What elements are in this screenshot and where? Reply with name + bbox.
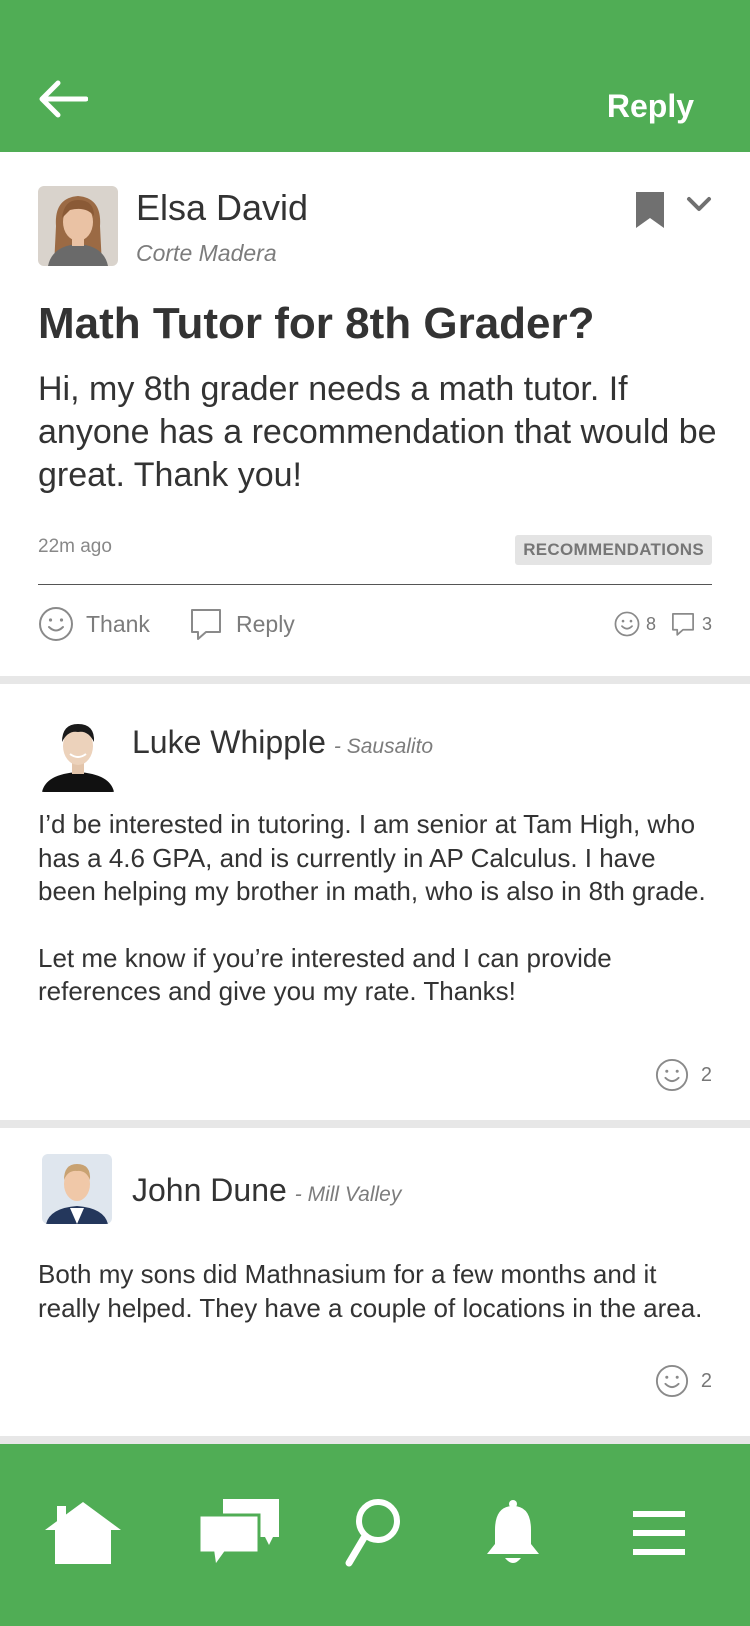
post-body: Hi, my 8th grader needs a math tutor. If… — [38, 370, 717, 494]
chevron-down-icon[interactable] — [686, 196, 712, 219]
avatar[interactable] — [38, 186, 118, 266]
reply-button[interactable]: Reply — [188, 604, 295, 644]
reply-card: Luke Whipple - Sausalito I’d be intereste… — [0, 684, 750, 1120]
bell-icon — [487, 1500, 539, 1563]
nav-menu[interactable] — [614, 1488, 704, 1578]
nav-home[interactable] — [38, 1488, 128, 1578]
post-card: Elsa David Corte Madera Math Tutor for 8… — [0, 152, 750, 678]
back-button[interactable] — [36, 74, 96, 124]
search-icon — [345, 1499, 400, 1567]
top-bar: Reply — [0, 0, 750, 152]
smiley-icon — [655, 1058, 688, 1092]
smiley-icon — [39, 607, 73, 641]
reply-count: 3 — [701, 613, 712, 634]
section-divider — [0, 1120, 750, 1128]
header-reply-button[interactable]: Reply — [607, 86, 694, 126]
reply-author-name: Luke Whipple — [132, 724, 326, 760]
reply-author[interactable]: Luke Whipple - Sausalito — [132, 722, 433, 767]
reply-paragraph: I’d be interested in tutoring. I am seni… — [38, 809, 706, 906]
home-icon — [45, 1502, 121, 1564]
avatar[interactable] — [42, 1154, 112, 1224]
author-location: Corte Madera — [136, 240, 277, 266]
smiley-icon — [614, 611, 640, 637]
arrow-left-icon — [39, 80, 88, 118]
author-name[interactable]: Elsa David — [136, 188, 308, 228]
smiley-icon — [655, 1364, 688, 1398]
reply-author-name: John Dune — [132, 1172, 287, 1208]
post-counts: 8 3 — [614, 608, 712, 640]
avatar[interactable] — [38, 712, 118, 792]
reply-label: Reply — [236, 610, 295, 637]
nav-messages[interactable] — [194, 1488, 284, 1578]
thank-button[interactable]: Thank — [38, 604, 150, 644]
reply-thank-count: 2 — [700, 1369, 712, 1392]
messages-icon — [197, 1499, 279, 1569]
bottom-nav — [0, 1444, 750, 1626]
reply-paragraph: Let me know if you’re interested and I c… — [38, 942, 612, 1007]
reply-author[interactable]: John Dune - Mill Valley — [132, 1170, 401, 1215]
thank-label: Thank — [86, 610, 150, 637]
divider — [38, 584, 712, 585]
reply-thank-button[interactable]: 2 — [655, 1364, 712, 1398]
reply-thank-button[interactable]: 2 — [655, 1058, 712, 1092]
nav-search[interactable] — [328, 1488, 418, 1578]
reply-body: Both my sons did Mathnasium for a few mo… — [38, 1258, 718, 1325]
section-divider — [0, 676, 750, 684]
category-tag[interactable]: RECOMMENDATIONS — [515, 535, 712, 565]
thank-count: 8 — [645, 613, 656, 634]
menu-icon — [633, 1511, 685, 1555]
bookmark-icon[interactable] — [636, 192, 664, 233]
speech-bubble-icon — [672, 613, 694, 636]
reply-author-location: - Mill Valley — [294, 1183, 402, 1206]
reply-paragraph: Both my sons did Mathnasium for a few mo… — [38, 1259, 703, 1323]
post-title: Math Tutor for 8th Grader? — [38, 299, 595, 348]
reply-thank-count: 2 — [700, 1063, 712, 1086]
post-timestamp: 22m ago — [38, 536, 112, 557]
section-divider — [0, 1436, 750, 1444]
speech-bubble-icon — [191, 609, 221, 640]
reply-card: John Dune - Mill Valley Both my sons did … — [0, 1128, 750, 1436]
nav-notifications[interactable] — [468, 1488, 558, 1578]
reply-author-location: - Sausalito — [333, 735, 434, 758]
reply-body: I’d be interested in tutoring. I am seni… — [38, 808, 718, 1009]
